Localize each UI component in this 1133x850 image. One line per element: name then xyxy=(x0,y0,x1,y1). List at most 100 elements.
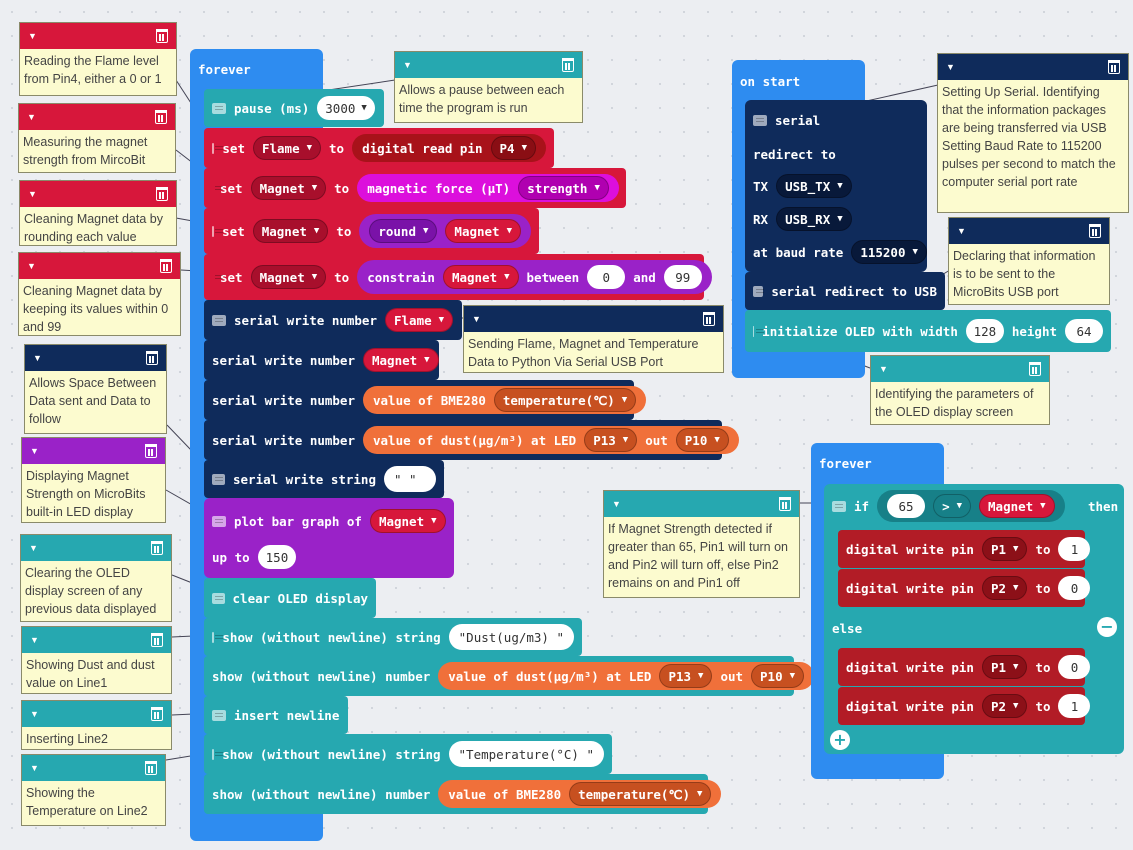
pin-value[interactable]: 0 xyxy=(1058,576,1091,600)
comment-icon[interactable] xyxy=(212,709,226,721)
magnet-variable[interactable]: Magnet ▼ xyxy=(363,348,439,372)
width-value[interactable]: 128 xyxy=(965,319,1004,343)
string-input[interactable]: "Dust(ug/m3) " xyxy=(448,624,574,650)
magnet-variable[interactable]: Magnet ▼ xyxy=(979,494,1055,518)
compare-block[interactable]: 65 > ▼ Magnet ▼ xyxy=(877,490,1065,522)
constrain-block[interactable]: constrain Magnet ▼ between 0 and 99 xyxy=(357,260,712,294)
trash-icon[interactable] xyxy=(156,29,168,43)
comment-icon[interactable] xyxy=(753,114,767,126)
initialize-oled-block[interactable]: initialize OLED with width 128 height 64 xyxy=(745,310,1111,352)
collapse-icon[interactable]: ▼ xyxy=(30,759,39,777)
pin-value[interactable]: 1 xyxy=(1058,694,1091,718)
trash-icon[interactable] xyxy=(1089,224,1101,238)
led-pin-dropdown[interactable]: P13 ▼ xyxy=(659,664,713,688)
show-dust-string-block[interactable]: show (without newline) string "Dust(ug/m… xyxy=(204,618,582,656)
comment-magnet-strength[interactable]: ▼ Measuring the magnet strength from Mir… xyxy=(18,103,176,173)
comment-round[interactable]: ▼ Cleaning Magnet data by rounding each … xyxy=(19,180,177,246)
clear-oled-block[interactable]: clear OLED display xyxy=(204,578,376,618)
comment-send[interactable]: ▼ Sending Flame, Magnet and Temperature … xyxy=(463,305,724,373)
collapse-icon[interactable]: ▼ xyxy=(472,310,481,328)
temperature-dropdown[interactable]: temperature(℃) ▼ xyxy=(493,388,637,412)
height-value[interactable]: 64 xyxy=(1065,319,1103,343)
trash-icon[interactable] xyxy=(145,444,157,458)
variable-dropdown[interactable]: Magnet ▼ xyxy=(250,265,327,289)
trash-icon[interactable] xyxy=(155,110,167,124)
pin-dropdown[interactable]: P2 ▼ xyxy=(981,694,1028,718)
pin-dropdown[interactable]: P2 ▼ xyxy=(981,576,1028,600)
collapse-icon[interactable]: ▼ xyxy=(30,442,39,460)
comment-icon[interactable] xyxy=(212,515,226,527)
trash-icon[interactable] xyxy=(151,633,163,647)
set-flame-block[interactable]: set Flame ▼ to digital read pin P4 ▼ xyxy=(204,128,554,168)
set-magnet-constrain-block[interactable]: set Magnet ▼ to constrain Magnet ▼ between 0 a… xyxy=(204,254,712,300)
workspace[interactable]: forever pause (ms) 3000 ▼ set Flame ▼ to d… xyxy=(0,0,1133,850)
serial-redirect-usb-block[interactable]: serial redirect to USB xyxy=(745,272,945,310)
comment-icon[interactable] xyxy=(212,631,226,643)
serial-write-string-block[interactable]: serial write string " " xyxy=(204,460,444,498)
comment-icon[interactable] xyxy=(212,142,226,154)
comment-icon[interactable] xyxy=(212,748,225,760)
trash-icon[interactable] xyxy=(145,761,157,775)
comment-icon[interactable] xyxy=(212,592,225,604)
comment-plot[interactable]: ▼ Displaying Magnet Strength on MicroBit… xyxy=(21,437,166,523)
trash-icon[interactable] xyxy=(1108,60,1120,74)
collapse-icon[interactable]: ▼ xyxy=(29,539,38,557)
comment-space[interactable]: ▼ Allows Space Between Data sent and Dat… xyxy=(24,344,167,434)
flame-variable[interactable]: Flame ▼ xyxy=(385,308,454,332)
comment-pause[interactable]: ▼ Allows a pause between each time the p… xyxy=(394,51,583,123)
high-value[interactable]: 99 xyxy=(663,265,702,289)
pin-dropdown[interactable]: P1 ▼ xyxy=(981,537,1028,561)
bme280-block[interactable]: value of BME280 temperature(℃) ▼ xyxy=(438,780,722,808)
trash-icon[interactable] xyxy=(151,707,163,721)
baud-dropdown[interactable]: 115200 ▼ xyxy=(851,240,927,264)
collapse-icon[interactable]: ▼ xyxy=(946,58,955,76)
plus-icon[interactable]: + xyxy=(830,730,850,750)
digital-write-p1-then-block[interactable]: digital write pin P1 ▼ to 1 xyxy=(838,530,1091,568)
collapse-icon[interactable]: ▼ xyxy=(33,349,42,367)
bme280-block[interactable]: value of BME280 temperature(℃) ▼ xyxy=(363,386,647,414)
minus-icon[interactable]: − xyxy=(1097,617,1117,637)
trash-icon[interactable] xyxy=(146,351,158,365)
out-pin-dropdown[interactable]: P10 ▼ xyxy=(751,664,805,688)
comment-icon[interactable] xyxy=(212,473,225,485)
comment-icon[interactable] xyxy=(212,102,226,114)
round-block[interactable]: round ▼ Magnet ▼ xyxy=(359,214,531,248)
serial-write-flame-block[interactable]: serial write number Flame ▼ xyxy=(204,300,462,340)
variable-dropdown[interactable]: Flame ▼ xyxy=(252,136,322,160)
tx-dropdown[interactable]: USB_TX ▼ xyxy=(776,174,852,198)
string-input[interactable]: " " xyxy=(384,466,436,492)
serial-write-dust-block[interactable]: serial write number value of dust(μg/m³)… xyxy=(204,420,739,460)
comment-constrain[interactable]: ▼ Cleaning Magnet data by keeping its va… xyxy=(18,252,181,336)
trash-icon[interactable] xyxy=(1029,362,1041,376)
comment-dust[interactable]: ▼ Showing Dust and dust value on Line1 xyxy=(21,626,172,694)
set-magnet-round-block[interactable]: set Magnet ▼ to round ▼ Magnet ▼ xyxy=(204,208,539,254)
serial-write-temperature-block[interactable]: serial write number value of BME280 tempe… xyxy=(204,380,647,420)
collapse-icon[interactable]: ▼ xyxy=(403,56,412,74)
trash-icon[interactable] xyxy=(151,541,163,555)
comment-if[interactable]: ▼ If Magnet Strength detected if greater… xyxy=(603,490,800,598)
pin-value[interactable]: 1 xyxy=(1058,537,1091,561)
comment-icon[interactable] xyxy=(212,314,226,326)
comment-oled[interactable]: ▼ Identifying the parameters of the OLED… xyxy=(870,355,1050,425)
magnet-variable[interactable]: Magnet ▼ xyxy=(445,219,521,243)
magnet-variable[interactable]: Magnet ▼ xyxy=(442,265,519,289)
collapse-icon[interactable]: ▼ xyxy=(957,222,966,240)
pause-value[interactable]: 3000 ▼ xyxy=(317,96,375,120)
trash-icon[interactable] xyxy=(160,259,172,273)
magnetic-force-block[interactable]: magnetic force (µT) strength ▼ xyxy=(357,174,619,202)
comment-flame[interactable]: ▼ Reading the Flame level from Pin4, eit… xyxy=(19,22,177,96)
trash-icon[interactable] xyxy=(562,58,574,72)
show-temperature-number-block[interactable]: show (without newline) number value of B… xyxy=(204,774,722,814)
digital-write-p2-then-block[interactable]: digital write pin P2 ▼ to 0 xyxy=(838,569,1091,607)
trash-icon[interactable] xyxy=(156,187,168,201)
comment-clear[interactable]: ▼ Clearing the OLED display screen of an… xyxy=(20,534,172,622)
digital-write-p1-else-block[interactable]: digital write pin P1 ▼ to 0 xyxy=(838,648,1091,686)
show-temperature-string-block[interactable]: show (without newline) string "Temperatu… xyxy=(204,734,612,774)
led-pin-dropdown[interactable]: P13 ▼ xyxy=(584,428,638,452)
pause-block[interactable]: pause (ms) 3000 ▼ xyxy=(204,89,384,127)
comment-line2[interactable]: ▼ Inserting Line2 xyxy=(21,700,172,750)
collapse-icon[interactable]: ▼ xyxy=(30,631,39,649)
serial-write-magnet-block[interactable]: serial write number Magnet ▼ xyxy=(204,340,439,380)
rx-dropdown[interactable]: USB_RX ▼ xyxy=(776,207,852,231)
comment-temp[interactable]: ▼ Showing the Temperature on Line2 xyxy=(21,754,166,826)
